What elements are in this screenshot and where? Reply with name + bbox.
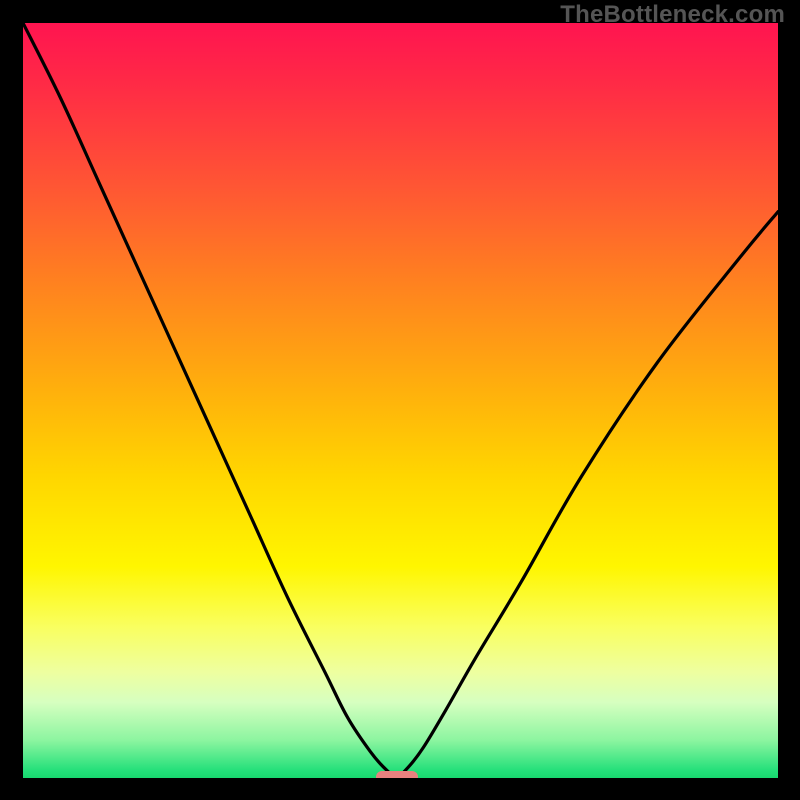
plot-area <box>23 23 778 778</box>
chart-frame: TheBottleneck.com <box>0 0 800 800</box>
attribution-label: TheBottleneck.com <box>560 1 785 29</box>
optimal-point-marker <box>376 771 418 779</box>
bottleneck-curve-path <box>23 23 778 777</box>
bottleneck-curve-svg <box>23 23 778 778</box>
